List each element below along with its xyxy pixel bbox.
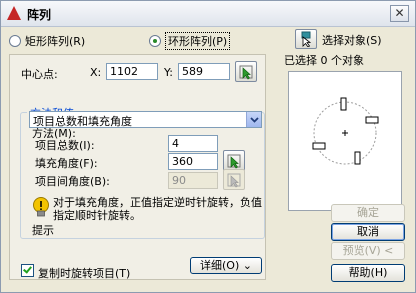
pick-angle-icon	[227, 154, 241, 168]
pick-point-icon	[239, 65, 253, 79]
angle-between-label: 项目间角度(B):	[35, 175, 110, 188]
method-dropdown-value: 项目总数和填充角度	[33, 115, 132, 128]
rectangular-array-radio[interactable]: 矩形阵列(R)	[9, 34, 85, 48]
total-items-input[interactable]: 4	[168, 135, 218, 152]
dialog-body: 矩形阵列(R) 环形阵列(P) 选择对象(S) 已选择 0 个对象 中心点: X…	[1, 28, 415, 292]
pick-center-point-button[interactable]	[235, 61, 257, 82]
details-button[interactable]: 详细(O) ⌄	[190, 257, 262, 274]
preview-graphic	[312, 97, 379, 165]
lightbulb-icon	[33, 197, 49, 217]
autocad-logo-icon	[7, 6, 21, 20]
hint-text: 对于填充角度，正值指定逆时针旋转，负值指定顺时针旋转。	[53, 196, 262, 222]
radio-indicator[interactable]	[9, 35, 21, 47]
pick-angle-between-button	[223, 169, 245, 190]
preview-button[interactable]: 预览(V) <	[331, 242, 405, 260]
polar-array-radio[interactable]: 环形阵列(P)	[149, 32, 231, 50]
close-button[interactable]: ✕	[390, 5, 409, 22]
help-button[interactable]: 帮助(H)	[331, 264, 405, 282]
select-objects-label: 选择对象(S)	[322, 34, 382, 47]
fill-angle-input[interactable]: 360	[168, 153, 218, 170]
pick-angle-disabled-icon	[227, 173, 241, 187]
select-objects-button[interactable]	[295, 29, 317, 49]
polar-array-label: 环形阵列(P)	[165, 32, 231, 50]
angle-between-input: 90	[168, 172, 218, 189]
radio-indicator-selected[interactable]	[149, 35, 161, 47]
center-point-label: 中心点:	[21, 68, 58, 81]
dropdown-arrow-icon[interactable]	[246, 112, 261, 127]
fill-angle-label: 填充角度(F):	[35, 157, 98, 170]
dialog-title: 阵列	[27, 8, 52, 22]
pick-fill-angle-button[interactable]	[223, 150, 245, 171]
center-x-input[interactable]: 1102	[106, 63, 158, 80]
rectangular-array-label: 矩形阵列(R)	[25, 35, 86, 48]
cancel-button[interactable]: 取消	[331, 223, 405, 241]
rotate-items-checkbox[interactable]	[21, 264, 34, 277]
center-y-label: Y:	[164, 66, 173, 79]
center-x-label: X:	[90, 66, 102, 79]
check-mark-icon	[23, 264, 32, 274]
title-bar[interactable]: 阵列 ✕	[1, 1, 415, 27]
hint-caption: 提示	[32, 224, 54, 237]
method-dropdown[interactable]: 项目总数和填充角度	[29, 111, 262, 128]
selected-count-status: 已选择 0 个对象	[284, 54, 364, 67]
array-preview	[288, 71, 402, 211]
select-objects-icon	[301, 31, 312, 47]
total-items-label: 项目总数(I):	[35, 139, 95, 152]
center-y-input[interactable]: 589	[178, 63, 230, 80]
ok-button[interactable]: 确定	[331, 204, 405, 222]
rotate-items-label: 复制时旋转项目(T)	[38, 267, 131, 280]
array-dialog: 阵列 ✕ 矩形阵列(R) 环形阵列(P) 选择对象(S) 已选择 0 个对象 中…	[0, 0, 416, 293]
